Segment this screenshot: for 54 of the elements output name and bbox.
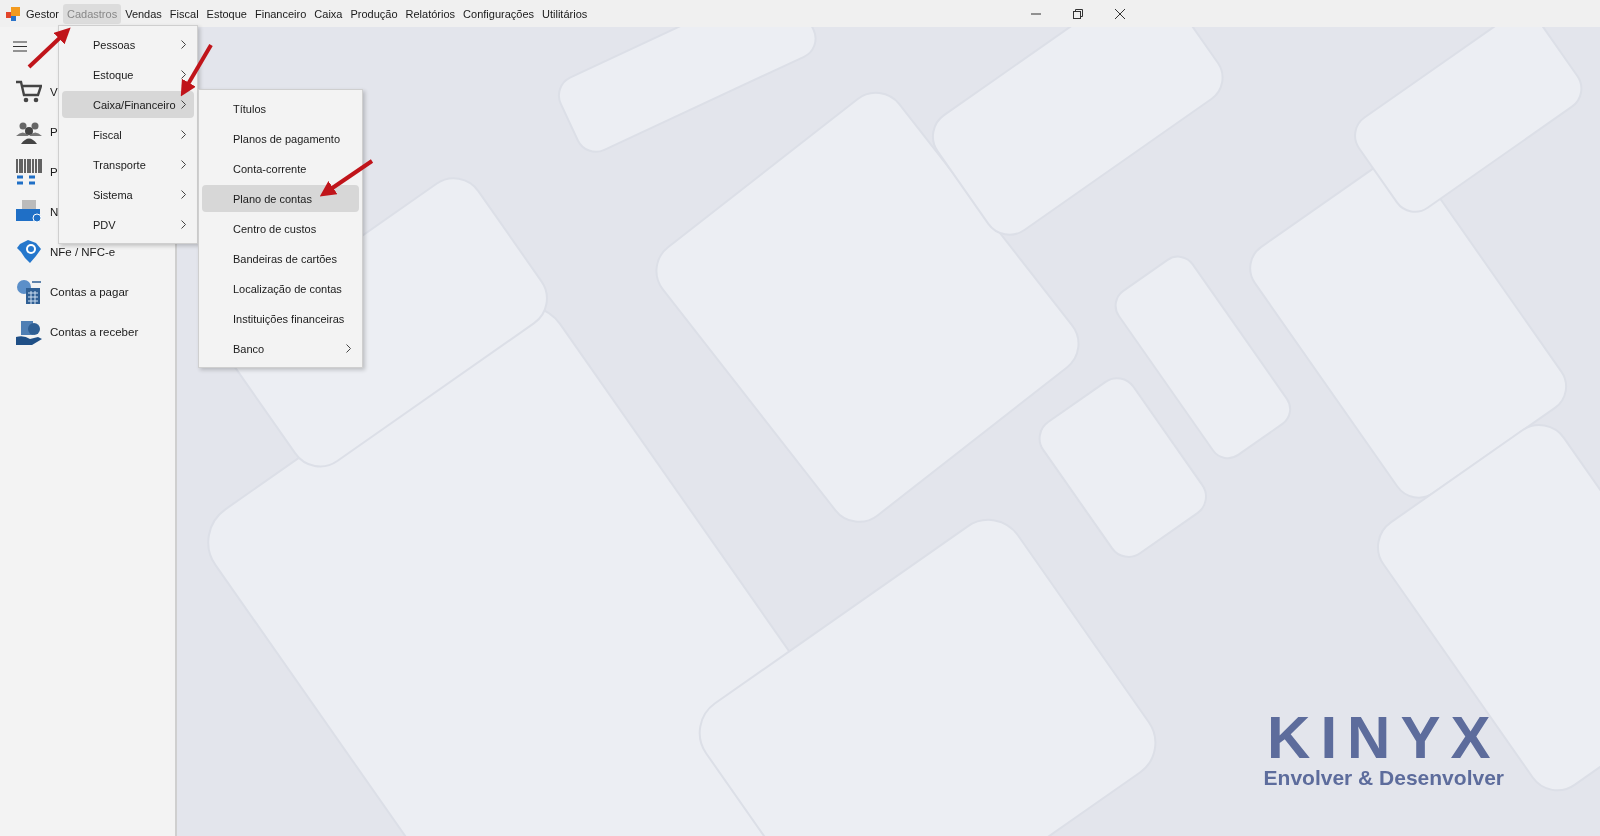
menu-entry[interactable]: Estoque — [62, 61, 194, 88]
menu-entry[interactable]: Banco — [202, 335, 359, 362]
menu-entry[interactable]: Transporte — [62, 151, 194, 178]
restore-icon[interactable] — [1073, 8, 1084, 19]
chevron-icon — [346, 344, 351, 353]
menu-item[interactable]: Vendas — [121, 3, 166, 24]
menu-item[interactable]: Fiscal — [165, 3, 203, 24]
sidebar-item[interactable]: P — [50, 166, 58, 178]
menu-entry[interactable]: Bandeiras de cartões — [202, 245, 359, 272]
menu-entry[interactable]: Pessoas — [62, 31, 194, 58]
chevron-icon — [181, 220, 186, 229]
sidebar-item[interactable]: NFe / NFC-e — [50, 246, 116, 258]
chevron-icon — [181, 160, 186, 169]
menu-icon[interactable] — [13, 41, 27, 52]
sidebar-item[interactable]: Contas a pagar — [50, 286, 129, 298]
annotation-arrow — [180, 44, 213, 97]
menu-entry[interactable]: Localização de contas — [202, 275, 359, 302]
logo-tagline: Envolver & Desenvolver — [1263, 766, 1504, 790]
close-icon[interactable] — [1115, 8, 1126, 19]
menu-entry[interactable]: Sistema — [62, 181, 194, 208]
sidebar-item[interactable]: N — [50, 206, 59, 218]
menu-entry[interactable]: Conta-corrente — [202, 155, 359, 182]
app-name: Gestor — [26, 7, 59, 20]
menu-entry[interactable]: Caixa/Financeiro — [62, 91, 194, 118]
menu-entry[interactable]: Planos de pagamento — [202, 125, 359, 152]
menu-item[interactable]: Relatórios — [401, 3, 460, 24]
chevron-icon — [181, 40, 186, 49]
annotation-arrow — [27, 27, 71, 69]
menu-entry[interactable]: Centro de custos — [202, 215, 359, 242]
barcode-icon — [16, 159, 42, 185]
menu-item[interactable]: Configurações — [459, 3, 538, 24]
menu-entry[interactable]: PDV — [62, 211, 194, 238]
menu-entry[interactable]: Plano de contas — [202, 185, 359, 212]
annotation-arrow — [319, 159, 374, 197]
cart-icon — [16, 79, 42, 105]
money-hand-icon — [16, 319, 42, 345]
logo-wordmark: KINYX — [1267, 710, 1501, 766]
sidebar-item[interactable]: P — [50, 126, 58, 138]
sidebar-item[interactable]: Contas a receber — [50, 326, 139, 338]
calculator-icon — [16, 279, 42, 305]
menu-entry[interactable]: Instituições financeiras — [202, 305, 359, 332]
app-logo-icon — [6, 6, 20, 21]
menu-item[interactable]: Estoque — [202, 3, 251, 24]
menu-item[interactable]: Caixa — [310, 3, 347, 24]
menu-entry[interactable]: Fiscal — [62, 121, 194, 148]
menu-item[interactable]: Produção — [346, 3, 402, 24]
menu-item[interactable]: Financeiro — [250, 3, 311, 24]
chevron-icon — [181, 70, 186, 79]
menu-entry[interactable]: Títulos — [202, 95, 359, 122]
chevron-icon — [181, 190, 186, 199]
chevron-icon — [181, 130, 186, 139]
chevron-icon — [181, 100, 186, 109]
menu-item[interactable]: Utilitários — [538, 3, 592, 24]
sidebar-item[interactable]: V — [50, 86, 58, 98]
